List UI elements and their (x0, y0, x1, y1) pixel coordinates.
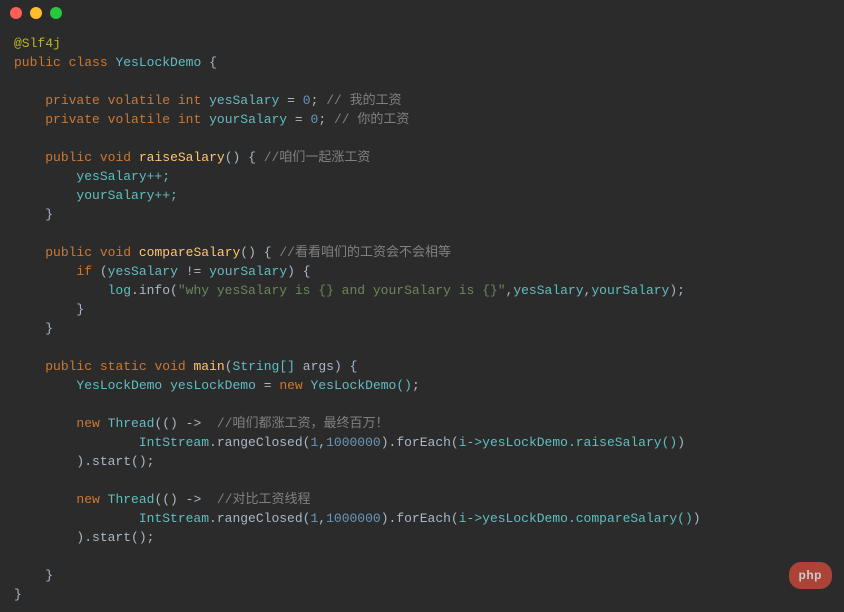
zoom-icon[interactable] (50, 7, 62, 19)
comment: // 我的工资 (326, 93, 401, 108)
class-name: YesLockDemo (115, 55, 201, 70)
window-titlebar (0, 0, 844, 26)
comment: //对比工资线程 (217, 492, 311, 507)
watermark-badge: php (789, 562, 833, 589)
log-string: "why yesSalary is {} and yourSalary is {… (178, 283, 506, 298)
method-compareSalary: compareSalary (139, 245, 240, 260)
kw-public: public (14, 55, 61, 70)
annotation: @Slf4j (14, 36, 61, 51)
close-icon[interactable] (10, 7, 22, 19)
method-main: main (194, 359, 225, 374)
minimize-icon[interactable] (30, 7, 42, 19)
comment: //看看咱们的工资会不会相等 (279, 245, 451, 260)
kw-class: class (69, 55, 108, 70)
comment: //咱们一起涨工资 (264, 150, 371, 165)
code-block: @Slf4j public class YesLockDemo { privat… (0, 26, 844, 612)
method-raiseSalary: raiseSalary (139, 150, 225, 165)
field-yourSalary: yourSalary (209, 112, 287, 127)
comment: // 你的工资 (334, 112, 409, 127)
comment: //咱们都涨工资，最终百万！ (217, 416, 389, 431)
field-yesSalary: yesSalary (209, 93, 279, 108)
